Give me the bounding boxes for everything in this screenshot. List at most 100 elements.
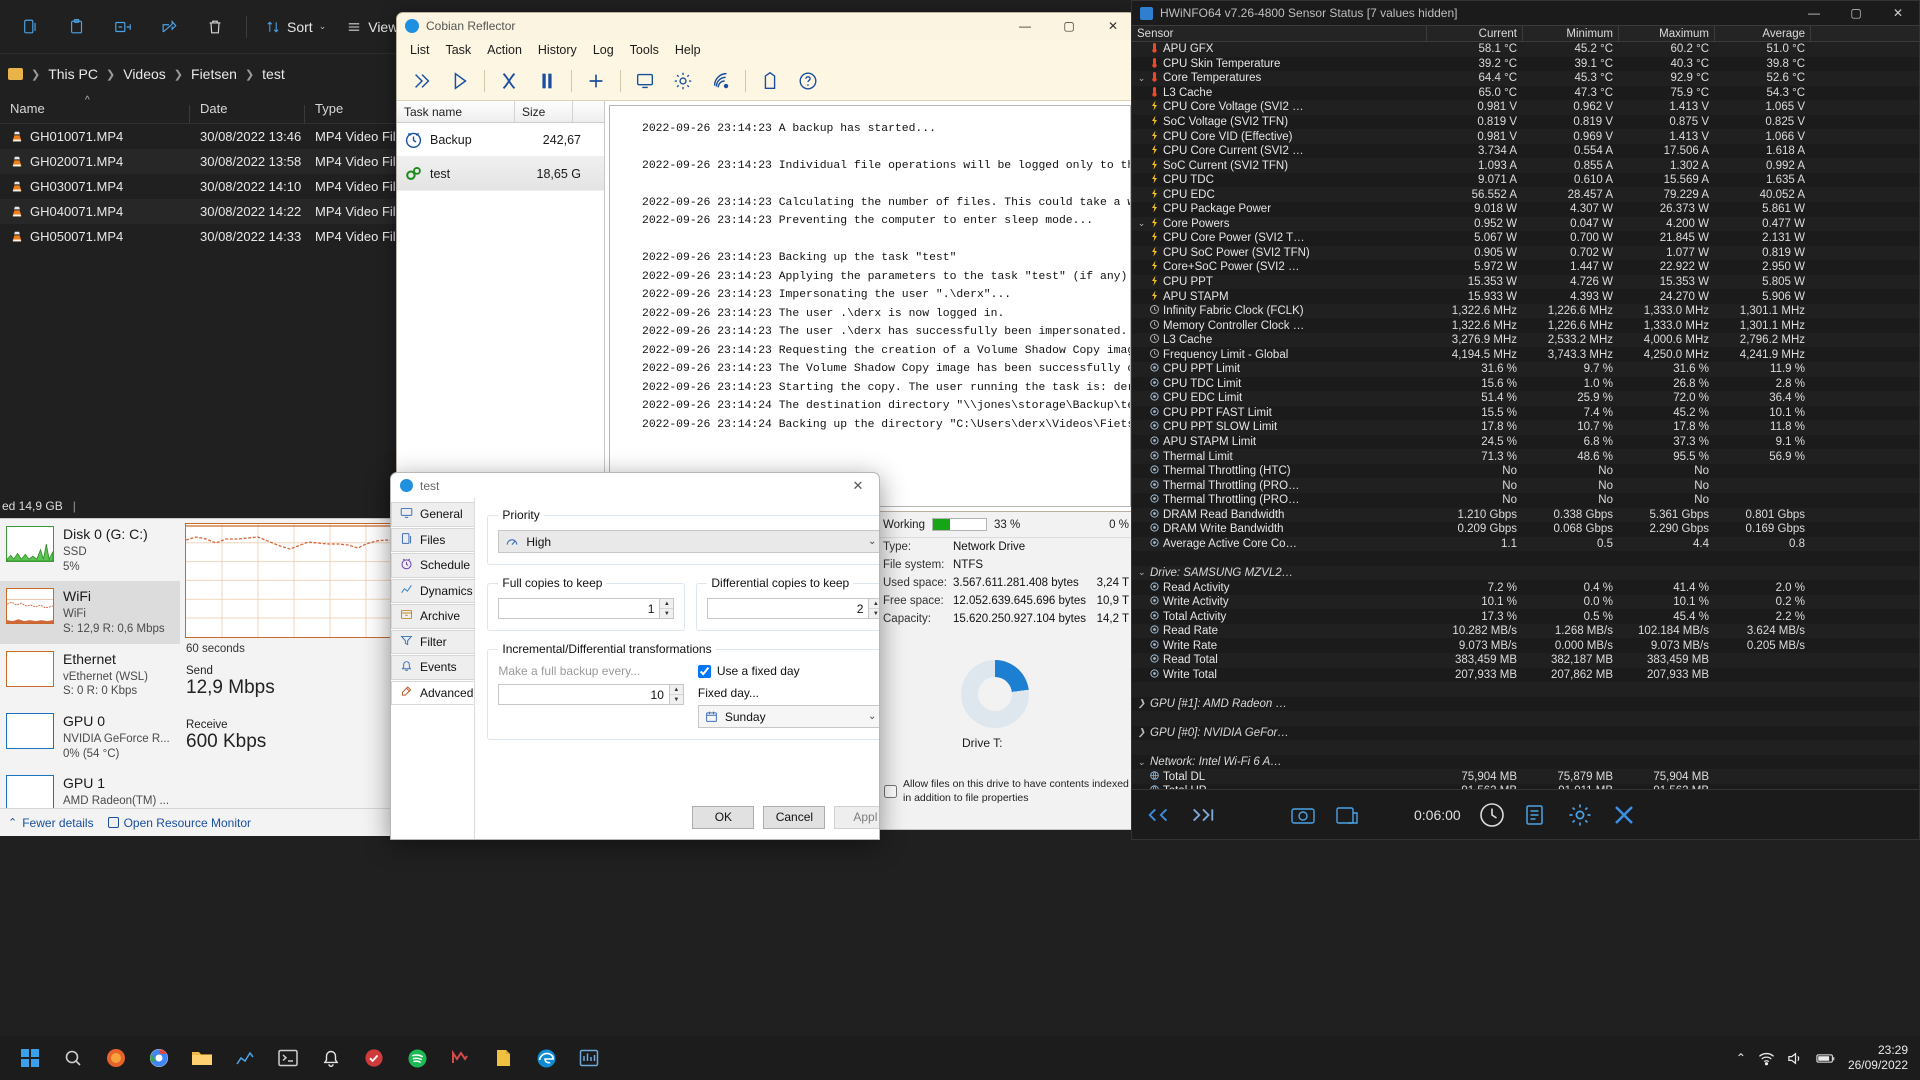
terminal-icon[interactable] (268, 1039, 308, 1077)
notify-icon[interactable] (311, 1039, 351, 1077)
chevron-up-icon[interactable]: ⌃ (1736, 1051, 1746, 1065)
ok-button[interactable]: OK (692, 805, 755, 829)
column-header-average[interactable]: Average (1715, 26, 1811, 41)
sensor-group-row[interactable]: ❯ GPU [#1]: AMD Radeon … (1132, 697, 1919, 712)
breadcrumb-item-1[interactable]: Videos (117, 63, 172, 85)
close-button[interactable]: ✕ (1877, 1, 1919, 25)
stepper-buttons[interactable]: ▲ ▼ (868, 598, 879, 619)
chevron-down-icon[interactable]: ⌄ (1137, 757, 1146, 768)
breadcrumb-item-0[interactable]: This PC (42, 63, 104, 85)
index-contents-checkbox[interactable] (884, 778, 897, 806)
sensor-row[interactable]: ⌄ Core Temperatures 64.4 °C 45.3 °C 92.9 °C 5… (1132, 71, 1919, 86)
column-header-date[interactable]: Date (190, 101, 305, 123)
taskman-icon[interactable] (569, 1039, 609, 1077)
use-fixed-day-row[interactable]: Use a fixed day (697, 664, 879, 678)
tab-archive[interactable]: Archive (391, 604, 475, 629)
stepper-down-icon[interactable]: ▼ (869, 609, 879, 618)
menu-item-log[interactable]: Log (586, 41, 621, 59)
export-icon[interactable] (1328, 798, 1366, 832)
menu-item-help[interactable]: Help (668, 41, 708, 59)
menu-item-task[interactable]: Task (438, 41, 478, 59)
apply-button[interactable]: Appl (834, 805, 879, 829)
chevron-right-icon[interactable]: ❯ (1137, 727, 1146, 738)
fixed-day-select[interactable]: Sunday ⌄ (697, 705, 879, 728)
export-icon[interactable] (751, 64, 789, 98)
stepper-up-icon[interactable]: ▲ (669, 685, 683, 695)
breadcrumb-item-2[interactable]: Fietsen (185, 63, 243, 85)
menu-item-action[interactable]: Action (480, 41, 529, 59)
stop-icon[interactable] (490, 64, 528, 98)
rename-icon[interactable] (100, 7, 146, 47)
remote-icon[interactable] (702, 64, 740, 98)
maximize-button[interactable]: ▢ (1835, 1, 1877, 25)
sensor-group-row[interactable]: ❯ GPU [#0]: NVIDIA GeFor… (1132, 726, 1919, 741)
breadcrumb-item-3[interactable]: test (256, 63, 291, 85)
volume-icon[interactable] (1787, 1051, 1804, 1066)
firefox-icon[interactable] (96, 1039, 136, 1077)
minimize-button[interactable]: — (1793, 1, 1835, 25)
delete-icon[interactable] (192, 7, 238, 47)
chevron-down-icon[interactable]: ⌄ (1137, 567, 1146, 578)
sidebar-item-gpu-1[interactable]: GPU 1AMD Radeon(TM) ...1% (57 °C) (0, 768, 180, 808)
sidebar-item-wifi[interactable]: WiFi WiFi S: 12,9 R: 0,6 Mbps (0, 581, 180, 644)
prev-icon[interactable] (1140, 798, 1178, 832)
todo-icon[interactable] (354, 1039, 394, 1077)
tab-files[interactable]: Files (391, 527, 475, 552)
chevron-down-icon[interactable]: ⌄ (1137, 73, 1146, 84)
tab-schedule[interactable]: Schedule (391, 553, 475, 578)
task-row[interactable]: Backup 242,67 (397, 123, 604, 157)
menu-item-list[interactable]: List (403, 41, 436, 59)
full-copies-input[interactable] (498, 598, 660, 619)
stepper-up-icon[interactable]: ▲ (869, 599, 879, 609)
maximize-button[interactable]: ▢ (1047, 13, 1091, 39)
wifi-icon[interactable] (1758, 1051, 1775, 1066)
monitor-icon[interactable] (626, 64, 664, 98)
settings-icon[interactable] (1561, 798, 1599, 832)
minimize-button[interactable]: — (1003, 13, 1047, 39)
chrome-icon[interactable] (139, 1039, 179, 1077)
column-header-maximum[interactable]: Maximum (1619, 26, 1715, 41)
differential-copies-input[interactable] (707, 598, 869, 619)
full-backup-stepper[interactable]: ▲▼ (498, 684, 684, 705)
spotify-icon[interactable] (397, 1039, 437, 1077)
run-all-icon[interactable] (403, 64, 441, 98)
sidebar-item-gpu-0[interactable]: GPU 0 NVIDIA GeForce R... 0% (54 °C) (0, 706, 180, 768)
close-button[interactable]: ✕ (1091, 13, 1135, 39)
dialog-close-button[interactable]: ✕ (837, 473, 879, 498)
open-resource-monitor-button[interactable]: Open Resource Monitor (107, 816, 251, 830)
task-row[interactable]: test 18,65 G (397, 157, 604, 191)
settings-icon[interactable] (664, 64, 702, 98)
priority-select[interactable]: High ⌄ (498, 530, 879, 553)
tab-events[interactable]: Events (391, 655, 475, 680)
task-column-name[interactable]: Task name (397, 101, 515, 122)
chevron-right-icon[interactable]: ❯ (1137, 698, 1146, 709)
column-header-current[interactable]: Current (1427, 26, 1523, 41)
stepper-up-icon[interactable]: ▲ (660, 599, 674, 609)
start-icon[interactable] (10, 1039, 50, 1077)
report-icon[interactable] (1517, 798, 1555, 832)
m-icon[interactable] (440, 1039, 480, 1077)
tab-filter[interactable]: Filter (391, 629, 475, 654)
help-icon[interactable] (789, 64, 827, 98)
tab-general[interactable]: General (391, 502, 475, 527)
task-column-size[interactable]: Size (515, 101, 573, 122)
clock[interactable]: 23:29 26/09/2022 (1848, 1043, 1908, 1074)
stepper-buttons[interactable]: ▲ ▼ (668, 684, 684, 705)
sort-button[interactable]: Sort ⌄ (255, 7, 336, 47)
sensor-group-row[interactable]: ⌄ Network: Intel Wi-Fi 6 A… (1132, 755, 1919, 770)
stepper-buttons[interactable]: ▲ ▼ (659, 598, 675, 619)
sidebar-item-ethernet[interactable]: Ethernet vEthernet (WSL) S: 0 R: 0 Kbps (0, 644, 180, 706)
menu-item-tools[interactable]: Tools (623, 41, 666, 59)
paste-icon[interactable] (54, 7, 100, 47)
full-copies-stepper[interactable]: ▲▼ (498, 598, 675, 619)
column-header-sensor[interactable]: Sensor (1132, 26, 1427, 41)
sidebar-item-disk-0-g-c[interactable]: Disk 0 (G: C:) SSD 5% (0, 519, 180, 581)
explorer-icon[interactable] (182, 1039, 222, 1077)
pause-icon[interactable] (528, 64, 566, 98)
run-icon[interactable] (441, 64, 479, 98)
copy-icon[interactable] (8, 7, 54, 47)
search-icon[interactable] (53, 1039, 93, 1077)
full-backup-input[interactable] (498, 684, 669, 705)
chart-icon[interactable] (225, 1039, 265, 1077)
screenshot-icon[interactable] (1284, 798, 1322, 832)
